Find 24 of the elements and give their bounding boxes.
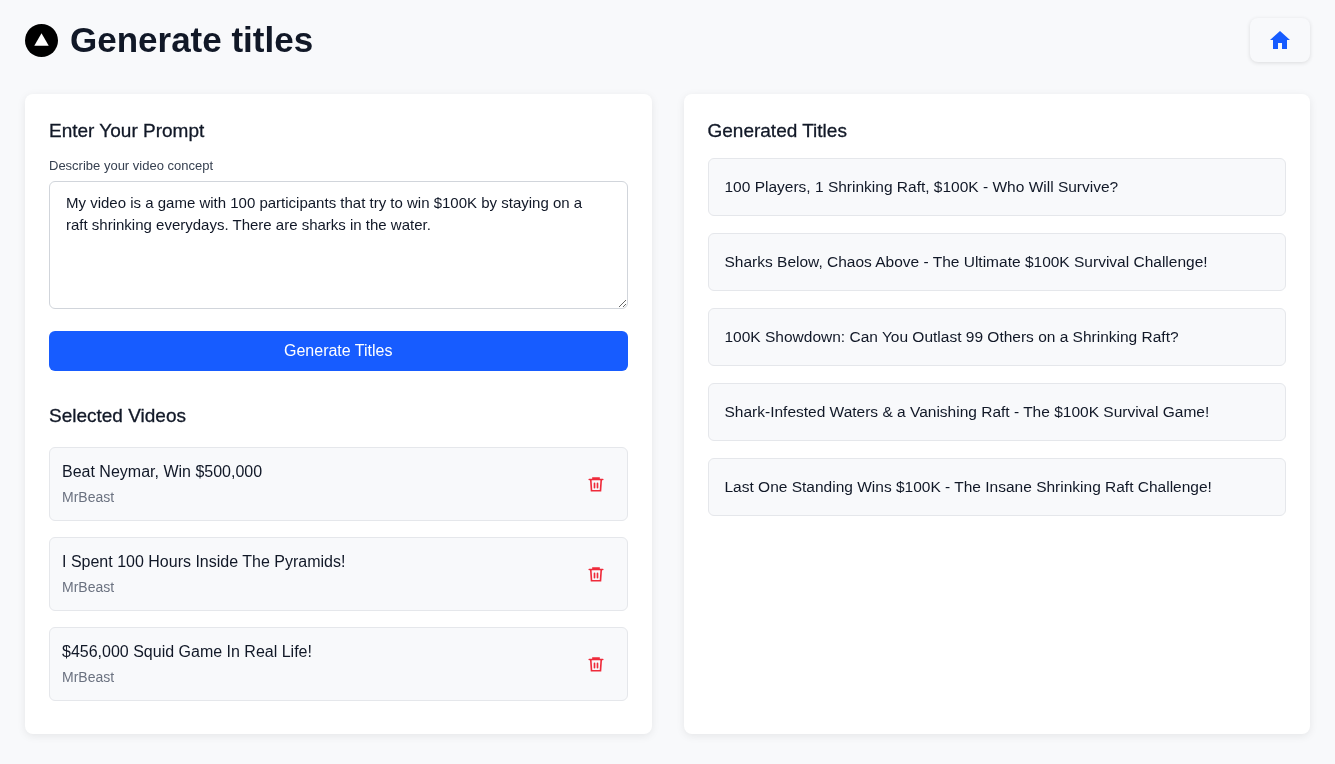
channel-name: MrBeast	[62, 579, 116, 595]
page-title: Generate titles	[70, 20, 314, 60]
generated-title[interactable]: Shark-Infested Waters & a Vanishing Raft - The $100K Survival Game!	[707, 383, 1286, 441]
generate-button[interactable]: Generate Titles	[49, 331, 628, 371]
delete-icon[interactable]	[586, 475, 605, 493]
generated-title[interactable]: Last One Standing Wins $100K - The Insane Shrinking Raft Challenge!	[707, 458, 1286, 516]
video-title: I Spent 100 Hours Inside The Pyramids!	[62, 553, 346, 571]
channel-name: MrBeast	[62, 489, 116, 505]
section-title: Selected Videos	[49, 405, 187, 427]
delete-icon[interactable]	[586, 565, 605, 583]
section-title: Generated Titles	[707, 120, 848, 142]
channel-name: MrBeast	[62, 669, 116, 685]
delete-icon[interactable]	[586, 655, 605, 673]
video-title: Beat Neymar, Win $500,000	[62, 463, 263, 481]
generated-title[interactable]: 100 Players, 1 Shrinking Raft, $100K - Who Will Survive?	[707, 158, 1286, 216]
generated-title[interactable]: Sharks Below, Chaos Above - The Ultimate $100K Survival Challenge!	[707, 233, 1286, 291]
prompt-field[interactable]: My video is a game with 100 participants that try to win $100K by staying on a raft shrinking everydays. There are sharks in the water.	[49, 181, 628, 309]
logo-icon	[25, 23, 58, 57]
field-label: Describe your video concept	[49, 158, 215, 173]
section-title: Enter Your Prompt	[49, 120, 206, 142]
home-button[interactable]	[1250, 18, 1310, 62]
generated-title[interactable]: 100K Showdown: Can You Outlast 99 Others on a Shrinking Raft?	[707, 308, 1286, 366]
video-title: $456,000 Squid Game In Real Life!	[62, 643, 312, 661]
home-icon	[1268, 28, 1292, 52]
